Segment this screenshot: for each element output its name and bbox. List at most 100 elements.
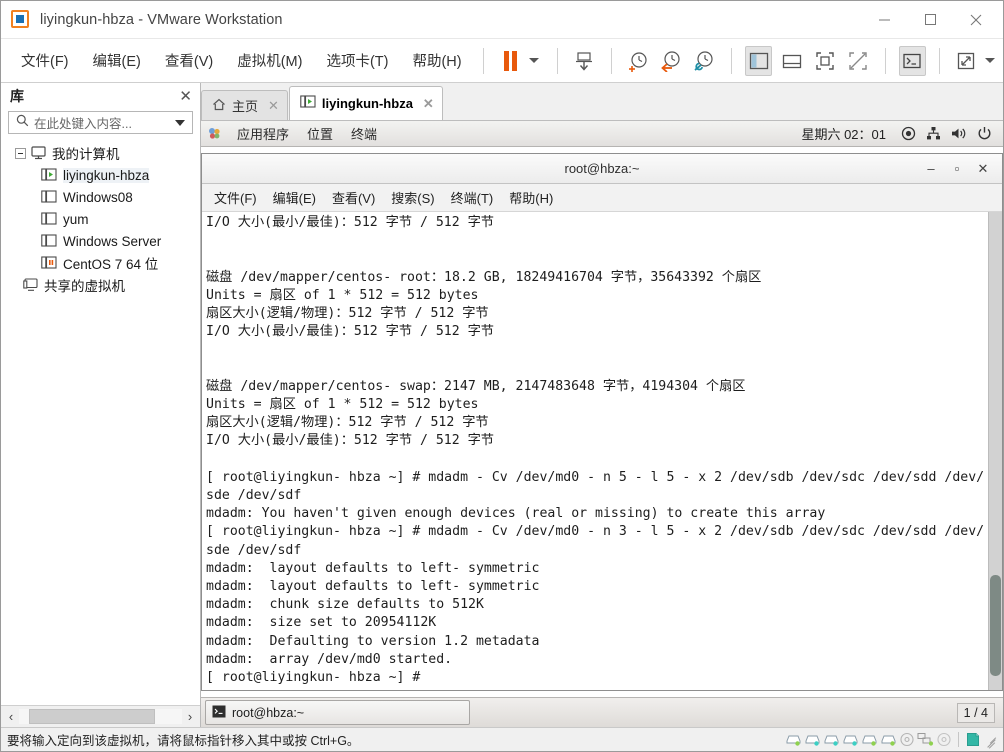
taskbar-window-button[interactable]: root@hbza:~ [205, 700, 470, 725]
gnome-terminal-menu[interactable]: 终端 [342, 124, 386, 143]
terminal-maximize-button[interactable]: ▫ [944, 161, 970, 176]
body-row: 库 ✕ 在此处键入内容... 我的计算机 liyingkun-hbza Wind… [1, 83, 1003, 727]
tab-close-icon[interactable]: ✕ [268, 98, 279, 114]
show-library-button[interactable] [744, 45, 773, 76]
scroll-right-arrow-icon[interactable]: › [182, 709, 198, 724]
suspend-dropdown-chevron-down-icon[interactable] [528, 58, 539, 63]
tree-vm-windows-server[interactable]: Windows Server [1, 230, 200, 252]
search-dropdown-chevron-down-icon[interactable] [175, 119, 185, 126]
taskbar-window-label: root@hbza:~ [232, 705, 305, 720]
unity-mode-button[interactable] [845, 46, 872, 76]
snapshot-manage-icon [694, 50, 714, 71]
terminal-close-button[interactable]: ✕ [970, 161, 996, 177]
collapse-expander-icon[interactable] [15, 147, 26, 159]
tree-label: yum [63, 211, 89, 227]
term-menu-terminal[interactable]: 终端(T) [443, 186, 502, 209]
power-menu-icon[interactable] [977, 126, 992, 141]
tree-vm-liyingkun-hbza[interactable]: liyingkun-hbza [1, 164, 200, 186]
term-menu-search[interactable]: 搜索(S) [383, 186, 442, 209]
title-bar: liyingkun-hbza - VMware Workstation [1, 1, 1003, 39]
tree-shared-vms[interactable]: 共享的虚拟机 [1, 274, 200, 296]
library-search-box[interactable]: 在此处键入内容... [8, 111, 193, 134]
terminal-output[interactable]: I/O 大小(最小/最佳)：512 字节 / 512 字节 磁盘 /dev/ma… [202, 212, 988, 690]
tab-close-icon[interactable]: ✕ [423, 96, 434, 112]
tree-label: 共享的虚拟机 [44, 279, 125, 294]
tree-vm-windows08[interactable]: Windows08 [1, 186, 200, 208]
term-menu-edit[interactable]: 编辑(E) [265, 186, 324, 209]
console-view-button[interactable] [898, 45, 926, 76]
tree-vm-yum[interactable]: yum [1, 208, 200, 230]
status-harddisk-1-icon[interactable] [785, 732, 802, 747]
status-network-icon[interactable] [917, 732, 934, 747]
snapshot-revert-button[interactable] [658, 46, 685, 76]
status-harddisk-2-icon[interactable] [804, 732, 821, 747]
snapshot-revert-icon [661, 50, 680, 72]
terminal-scrollbar-thumb[interactable] [990, 575, 1001, 676]
minimize-button[interactable] [861, 1, 907, 38]
scroll-left-arrow-icon[interactable]: ‹ [3, 709, 19, 724]
power-button[interactable] [571, 46, 598, 76]
tree-vm-centos7[interactable]: CentOS 7 64 位 [1, 252, 200, 274]
gnome-places-menu[interactable]: 位置 [298, 124, 342, 143]
scrollbar-track[interactable] [19, 709, 182, 724]
status-usb-icon[interactable] [936, 732, 952, 747]
term-menu-file[interactable]: 文件(F) [206, 186, 265, 209]
computer-icon [31, 146, 46, 160]
guest-top-panel: 应用程序 位置 终端 星期六 02：01 [201, 121, 1003, 147]
stretch-button[interactable] [953, 46, 980, 76]
unity-icon [849, 51, 867, 70]
library-sidebar: 库 ✕ 在此处键入内容... 我的计算机 liyingkun-hbza Wind… [1, 83, 201, 727]
toolbar-separator-1 [482, 47, 484, 74]
terminal-menu-bar: 文件(F) 编辑(E) 查看(V) 搜索(S) 终端(T) 帮助(H) [202, 184, 1002, 212]
show-thumbnail-bar-button[interactable] [778, 46, 805, 76]
vm-library-tree: 我的计算机 liyingkun-hbza Windows08 yum Windo… [1, 134, 200, 705]
terminal-vertical-scrollbar[interactable] [988, 212, 1002, 690]
tree-my-computer[interactable]: 我的计算机 [1, 142, 200, 164]
tree-label: CentOS 7 64 位 [63, 257, 159, 272]
volume-icon[interactable] [951, 126, 967, 141]
snapshot-add-icon [629, 51, 647, 72]
full-screen-button[interactable] [811, 46, 838, 76]
network-icon[interactable] [926, 126, 941, 141]
vmware-logo-icon [11, 9, 31, 30]
status-harddisk-5-icon[interactable] [861, 732, 878, 747]
status-harddisk-3-icon[interactable] [823, 732, 840, 747]
maximize-button[interactable] [907, 1, 953, 38]
tab-home[interactable]: 主页 ✕ [201, 90, 288, 120]
menu-edit[interactable]: 编辑(E) [82, 46, 152, 75]
menu-tabs[interactable]: 选项卡(T) [315, 46, 399, 75]
library-horizontal-scrollbar[interactable]: ‹ › [1, 705, 200, 727]
snapshot-manager-button[interactable] [691, 46, 718, 76]
toolbar-separator-5 [884, 47, 886, 74]
search-icon [16, 114, 29, 132]
vmware-workstation-window: liyingkun-hbza - VMware Workstation 文件(F… [0, 0, 1004, 752]
term-menu-help[interactable]: 帮助(H) [501, 186, 561, 209]
library-title: 库 [10, 88, 24, 104]
term-menu-view[interactable]: 查看(V) [324, 186, 383, 209]
status-harddisk-6-icon[interactable] [880, 732, 897, 747]
search-input[interactable]: 在此处键入内容... [34, 113, 175, 132]
suspend-button[interactable] [497, 46, 524, 76]
gnome-clock[interactable]: 星期六 02：01 [801, 124, 886, 143]
menu-help[interactable]: 帮助(H) [401, 46, 472, 75]
resize-grip-icon[interactable] [985, 733, 999, 749]
scrollbar-thumb[interactable] [29, 709, 155, 724]
status-printer-icon[interactable] [965, 732, 981, 747]
tab-vm-liyingkun-hbza[interactable]: liyingkun-hbza ✕ [288, 86, 443, 120]
menu-vm[interactable]: 虚拟机(M) [226, 46, 313, 75]
status-harddisk-4-icon[interactable] [842, 732, 859, 747]
status-cddvd-icon[interactable] [899, 732, 915, 747]
terminal-window: root@hbza:~ – ▫ ✕ 文件(F) 编辑(E) 查看(V) 搜索(S… [201, 153, 1003, 691]
accessibility-icon[interactable] [901, 126, 916, 141]
toolbar-separator-3 [610, 47, 612, 74]
terminal-minimize-button[interactable]: – [918, 161, 944, 176]
shared-vm-icon [23, 278, 38, 292]
menu-file[interactable]: 文件(F) [10, 46, 80, 75]
close-button[interactable] [953, 1, 999, 38]
snapshot-take-button[interactable] [625, 46, 652, 76]
menu-view[interactable]: 查看(V) [154, 46, 224, 75]
gnome-applications-menu[interactable]: 应用程序 [228, 124, 298, 143]
workspace-switcher[interactable]: 1 / 4 [956, 702, 995, 723]
stretch-dropdown-chevron-down-icon[interactable] [984, 58, 995, 63]
library-close-icon[interactable]: ✕ [179, 89, 192, 104]
